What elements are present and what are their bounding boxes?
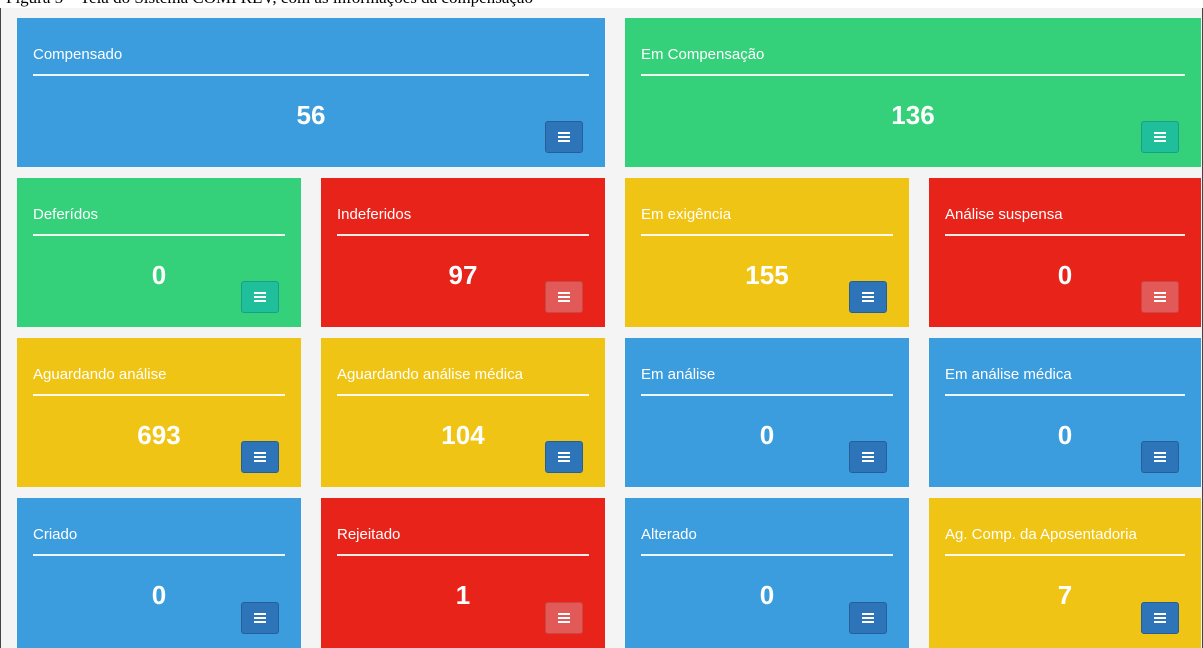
list-icon bbox=[1154, 292, 1166, 302]
divider bbox=[641, 394, 893, 396]
list-icon bbox=[862, 292, 874, 302]
card-deferidos: Deferídos 0 bbox=[17, 178, 301, 327]
divider bbox=[945, 234, 1185, 236]
card-indeferidos: Indeferidos 97 bbox=[321, 178, 605, 327]
divider bbox=[33, 74, 589, 76]
card-title: Rejeitado bbox=[337, 526, 401, 543]
divider bbox=[337, 554, 589, 556]
card-em-compensacao: Em Compensação 136 bbox=[625, 18, 1201, 167]
list-button[interactable] bbox=[849, 602, 887, 634]
list-button[interactable] bbox=[241, 602, 279, 634]
divider bbox=[945, 394, 1185, 396]
list-icon bbox=[254, 613, 266, 623]
divider bbox=[33, 394, 285, 396]
card-value: 56 bbox=[296, 100, 326, 130]
card-title: Alterado bbox=[641, 526, 697, 543]
list-button[interactable] bbox=[545, 602, 583, 634]
card-aguardando-analise-medica: Aguardando análise médica 104 bbox=[321, 338, 605, 487]
card-compensado: Compensado 56 bbox=[17, 18, 605, 167]
list-icon bbox=[558, 613, 570, 623]
list-icon bbox=[558, 132, 570, 142]
list-button[interactable] bbox=[1141, 281, 1179, 313]
card-title: Em análise médica bbox=[945, 366, 1072, 383]
list-button[interactable] bbox=[1141, 121, 1179, 153]
list-button[interactable] bbox=[1141, 441, 1179, 473]
list-button[interactable] bbox=[545, 441, 583, 473]
card-rejeitado: Rejeitado 1 bbox=[321, 498, 605, 648]
divider bbox=[337, 394, 589, 396]
card-title: Em análise bbox=[641, 366, 716, 383]
card-alterado: Alterado 0 bbox=[625, 498, 909, 648]
card-title: Deferídos bbox=[33, 206, 99, 223]
list-button[interactable] bbox=[545, 121, 583, 153]
list-icon bbox=[254, 452, 266, 462]
list-icon bbox=[1154, 452, 1166, 462]
card-criado: Criado 0 bbox=[17, 498, 301, 648]
list-icon bbox=[862, 613, 874, 623]
list-icon bbox=[1154, 613, 1166, 623]
dashboard: Compensado 56 Em Compensação 136 Deferíd… bbox=[0, 8, 1203, 648]
divider bbox=[641, 74, 1185, 76]
list-button[interactable] bbox=[849, 441, 887, 473]
divider bbox=[945, 554, 1185, 556]
divider bbox=[33, 234, 285, 236]
card-title: Aguardando análise médica bbox=[337, 366, 523, 383]
divider bbox=[641, 554, 893, 556]
card-em-analise-medica: Em análise médica 0 bbox=[929, 338, 1201, 487]
list-icon bbox=[558, 292, 570, 302]
list-button[interactable] bbox=[849, 281, 887, 313]
card-title: Em exigência bbox=[641, 206, 732, 223]
card-title: Ag. Comp. da Aposentadoria bbox=[945, 526, 1137, 543]
card-title: Aguardando análise bbox=[33, 366, 167, 383]
card-ag-comp-aposentadoria: Ag. Comp. da Aposentadoria 7 bbox=[929, 498, 1201, 648]
card-em-exigencia: Em exigência 155 bbox=[625, 178, 909, 327]
divider bbox=[337, 234, 589, 236]
card-analise-suspensa: Análise suspensa 0 bbox=[929, 178, 1201, 327]
list-button[interactable] bbox=[1141, 602, 1179, 634]
figure-caption: Figura 5 – Tela do Sistema COMPREV, com … bbox=[6, 0, 533, 8]
divider bbox=[33, 554, 285, 556]
list-icon bbox=[862, 452, 874, 462]
card-aguardando-analise: Aguardando análise 693 bbox=[17, 338, 301, 487]
card-title: Compensado bbox=[33, 46, 123, 63]
divider bbox=[641, 234, 893, 236]
card-value: 136 bbox=[891, 100, 935, 130]
card-title: Indeferidos bbox=[337, 206, 412, 223]
list-button[interactable] bbox=[241, 441, 279, 473]
card-em-analise: Em análise 0 bbox=[625, 338, 909, 487]
list-icon bbox=[1154, 132, 1166, 142]
card-title: Criado bbox=[33, 526, 78, 543]
card-title: Em Compensação bbox=[641, 46, 765, 63]
card-title: Análise suspensa bbox=[945, 206, 1063, 223]
list-button[interactable] bbox=[241, 281, 279, 313]
list-button[interactable] bbox=[545, 281, 583, 313]
list-icon bbox=[558, 452, 570, 462]
list-icon bbox=[254, 292, 266, 302]
